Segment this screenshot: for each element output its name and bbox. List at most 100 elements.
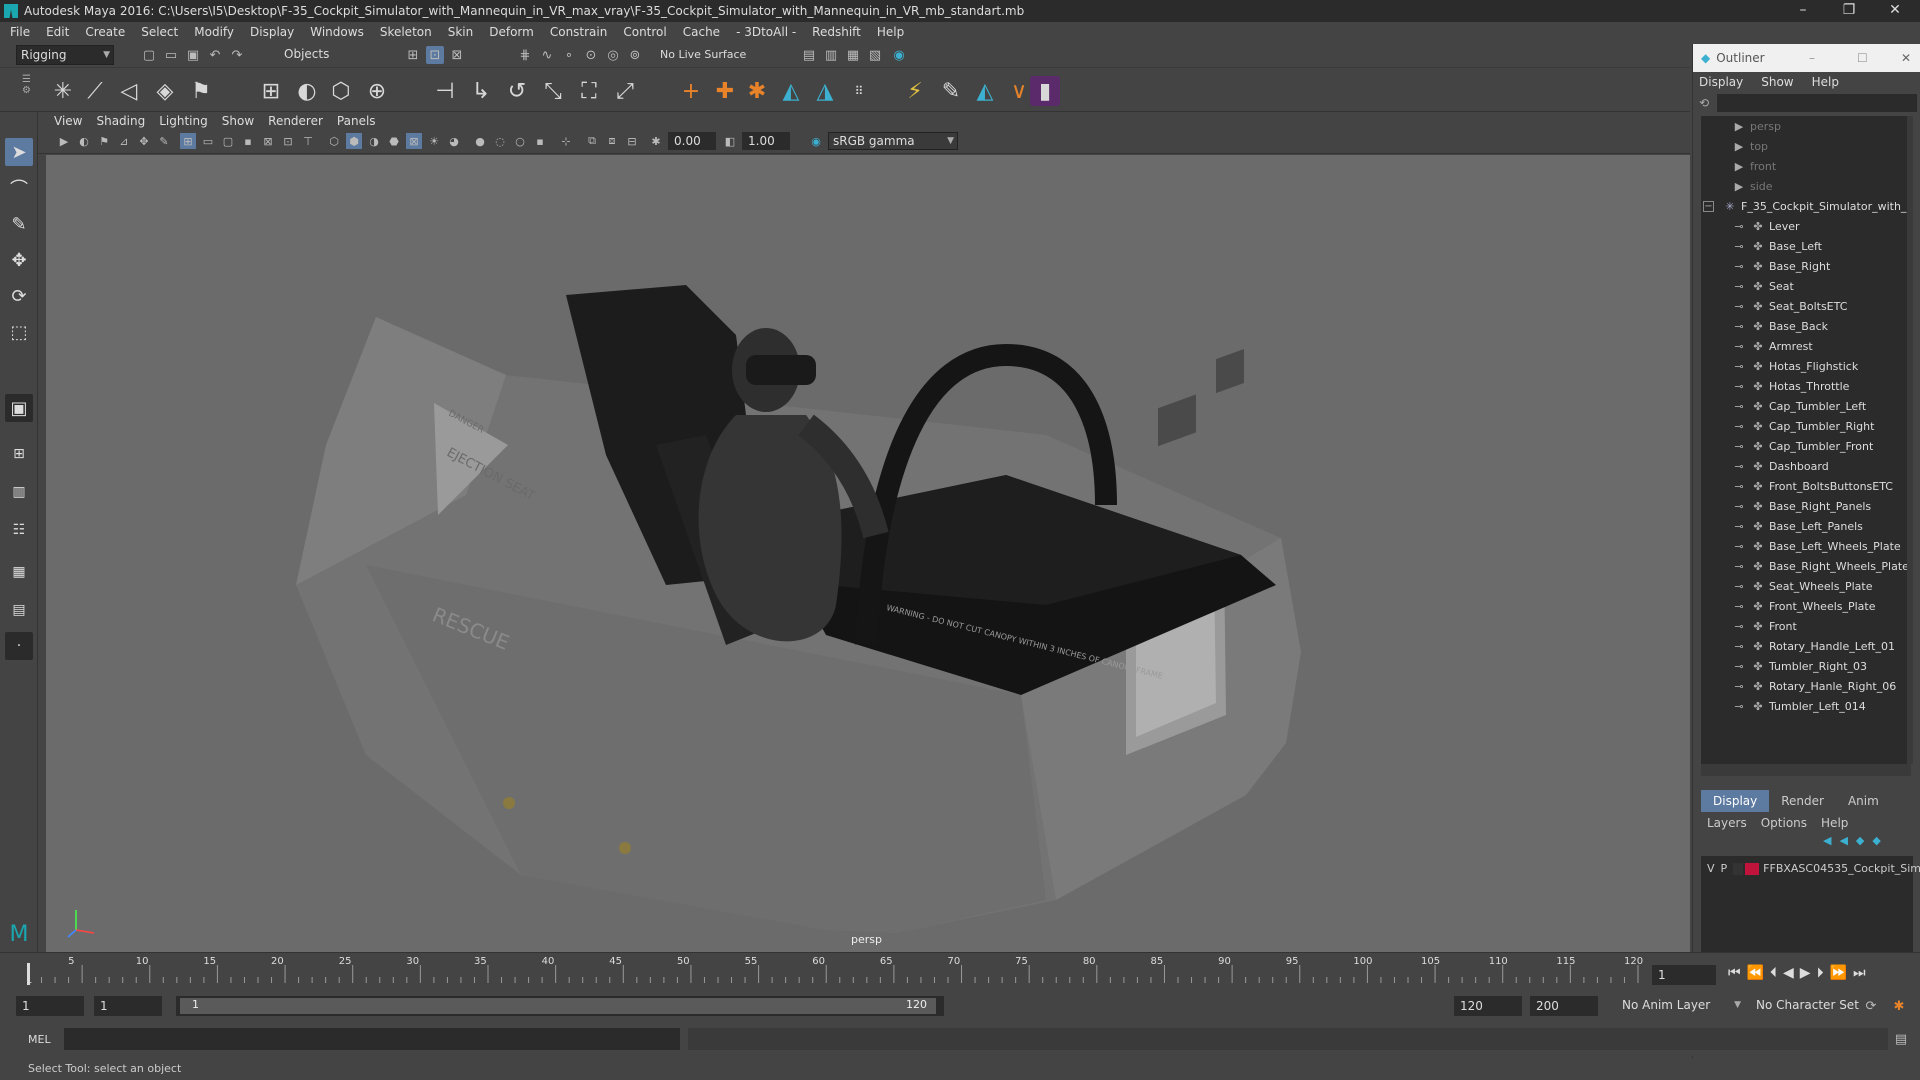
- playback-controls[interactable]: ⏮⏪⏴◀▶⏵⏩⏭: [1728, 965, 1872, 981]
- range-slider[interactable]: 1 120: [176, 996, 944, 1016]
- panel-menu-shading[interactable]: Shading: [96, 114, 145, 128]
- locator-icon[interactable]: ✳: [48, 76, 78, 106]
- outliner-item[interactable]: ⊸ ✤ Cap_Tumbler_Right: [1731, 416, 1874, 436]
- scene-start-field[interactable]: 1: [16, 996, 84, 1016]
- four-view-icon[interactable]: ⊞: [5, 440, 33, 468]
- panel-menu-panels[interactable]: Panels: [337, 114, 376, 128]
- outliner-item[interactable]: ⊸ ✤ Cap_Tumbler_Left: [1731, 396, 1866, 416]
- select-by-object-icon[interactable]: ⊡: [426, 46, 444, 64]
- outliner-camera-top[interactable]: ▶ top: [1731, 136, 1768, 156]
- outliner-menu-display[interactable]: Display: [1699, 75, 1743, 89]
- character-set-dropdown[interactable]: No Character Set: [1752, 996, 1864, 1016]
- mirror-weights-icon[interactable]: ◭: [970, 76, 1000, 106]
- layer-playback-toggle[interactable]: P: [1721, 862, 1728, 875]
- remove-influence-icon[interactable]: ✚: [710, 76, 740, 106]
- ik-spline-icon[interactable]: ◈: [150, 76, 180, 106]
- screen-space-ao-icon[interactable]: ●: [472, 133, 488, 149]
- xray-joints-icon[interactable]: ⧈: [604, 133, 620, 149]
- lasso-tool-icon[interactable]: ⌒: [5, 174, 33, 202]
- snap-point-icon[interactable]: ∘: [560, 46, 578, 64]
- grid-icon[interactable]: ⊞: [180, 133, 196, 149]
- outliner-menu-help[interactable]: Help: [1812, 75, 1839, 89]
- gate-mask-icon[interactable]: ▪: [240, 133, 256, 149]
- filter-icon[interactable]: ⟲: [1699, 96, 1709, 110]
- wireframe-icon[interactable]: ⬡: [326, 133, 342, 149]
- outliner-item[interactable]: ⊸ ✤ Seat_BoltsETC: [1731, 296, 1847, 316]
- menu-control[interactable]: Control: [623, 25, 666, 39]
- tab-display[interactable]: Display: [1701, 790, 1770, 812]
- menu-create[interactable]: Create: [85, 25, 125, 39]
- scale-tool-icon[interactable]: ⬚: [5, 318, 33, 346]
- outliner-scrollbar[interactable]: [1907, 116, 1913, 764]
- menu-skeleton[interactable]: Skeleton: [380, 25, 432, 39]
- outliner-item[interactable]: ⊸ ✤ Rotary_Hanle_Right_06: [1731, 676, 1896, 696]
- outliner-item[interactable]: ⊸ ✤ Front_BoltsButtonsETC: [1731, 476, 1893, 496]
- selection-mask-dropdown[interactable]: Objects: [280, 45, 376, 65]
- pole-vector-icon[interactable]: ⤢: [610, 76, 640, 106]
- panel-menu-view[interactable]: View: [54, 114, 82, 128]
- select-tool-icon[interactable]: ➤: [5, 138, 33, 166]
- panel-menu-lighting[interactable]: Lighting: [159, 114, 208, 128]
- panel-menu-show[interactable]: Show: [222, 114, 254, 128]
- menu-redshift[interactable]: Redshift: [812, 25, 861, 39]
- view-transform-dropdown[interactable]: sRGB gamma ▼: [828, 132, 958, 150]
- snap-grid-icon[interactable]: ⋕: [516, 46, 534, 64]
- layer-menu-help[interactable]: Help: [1821, 816, 1848, 830]
- outliner-item[interactable]: ⊸ ✤ Base_Left: [1731, 236, 1822, 256]
- aim-constraint-icon[interactable]: ↳: [466, 76, 496, 106]
- outliner-camera-persp[interactable]: ▶ persp: [1731, 116, 1781, 136]
- gamma-icon[interactable]: ◧: [722, 133, 738, 149]
- scale-constraint-icon[interactable]: ⤡: [538, 76, 568, 106]
- outliner-minimize-button[interactable]: –: [1809, 51, 1815, 65]
- range-slider-handle[interactable]: [180, 998, 936, 1014]
- close-button[interactable]: ✕: [1872, 0, 1918, 22]
- script-editor-icon[interactable]: ▤: [1892, 1030, 1910, 1048]
- playback-end-field[interactable]: 120: [1454, 996, 1522, 1016]
- layer-menu-layers[interactable]: Layers: [1707, 816, 1747, 830]
- playback-start-field[interactable]: 1: [94, 996, 162, 1016]
- camera-attributes-icon[interactable]: ◐: [76, 133, 92, 149]
- isolate-select-icon[interactable]: ⊹: [558, 133, 574, 149]
- current-frame-field[interactable]: 1: [1652, 965, 1716, 985]
- safe-action-icon[interactable]: ⊡: [280, 133, 296, 149]
- outliner-item[interactable]: ⊸ ✤ Base_Right: [1731, 256, 1830, 276]
- quick-rig-icon[interactable]: ◭: [776, 76, 806, 106]
- outliner-item[interactable]: ⊸ ✤ Seat_Wheels_Plate: [1731, 576, 1872, 596]
- motion-blur-icon[interactable]: ◌: [492, 133, 508, 149]
- xray-icon[interactable]: ⧉: [584, 133, 600, 149]
- paint-weights-icon[interactable]: ◐: [292, 76, 322, 106]
- outliner-item[interactable]: ⊸ ✤ Hotas_Throttle: [1731, 376, 1849, 396]
- persp-outliner-icon[interactable]: ▥: [5, 478, 33, 506]
- menu-skin[interactable]: Skin: [448, 25, 474, 39]
- single-perspective-icon[interactable]: ▣: [5, 394, 33, 422]
- script-language-label[interactable]: MEL: [28, 1033, 51, 1046]
- move-tool-icon[interactable]: ✥: [5, 246, 33, 274]
- rotate-tool-icon[interactable]: ⟳: [5, 282, 33, 310]
- layer-action-icons[interactable]: ◀◀◆◆: [1823, 834, 1889, 847]
- select-by-hierarchy-icon[interactable]: ⊞: [404, 46, 422, 64]
- multisample-aa-icon[interactable]: ○: [512, 133, 528, 149]
- time-slider[interactable]: 5 10 15 20 25 30 35 40 45 50 55 60 65 70 75 80 85 90 95 100…: [0, 952, 1920, 992]
- wrap-deformer-icon[interactable]: ✎: [936, 76, 966, 106]
- minimize-button[interactable]: –: [1780, 0, 1826, 22]
- menuset-dropdown[interactable]: Rigging ▼: [16, 45, 114, 65]
- insert-joint-icon[interactable]: ⚑: [186, 76, 216, 106]
- snap-live-icon[interactable]: ⊚: [626, 46, 644, 64]
- film-gate-icon[interactable]: ▭: [200, 133, 216, 149]
- preferences-icon[interactable]: ✱: [1890, 997, 1908, 1015]
- menu-modify[interactable]: Modify: [194, 25, 234, 39]
- parent-constraint-icon[interactable]: ⛶: [574, 76, 604, 106]
- outliner-maximize-button[interactable]: ☐: [1857, 51, 1868, 65]
- outliner-item[interactable]: ⊸ ✤ Dashboard: [1731, 456, 1828, 476]
- outliner-item[interactable]: ⊸ ✤ Base_Back: [1731, 316, 1828, 336]
- outliner-item[interactable]: ⊸ ✤ Armrest: [1731, 336, 1812, 356]
- smooth-shade-icon[interactable]: ⬢: [346, 133, 362, 149]
- hypershade-icon[interactable]: ◉: [890, 46, 908, 64]
- collapse-icon[interactable]: −: [1703, 200, 1714, 212]
- xray-components-icon[interactable]: ⊟: [624, 133, 640, 149]
- character-controls-icon[interactable]: ◮: [810, 76, 840, 106]
- menu-windows[interactable]: Windows: [310, 25, 364, 39]
- menu-select[interactable]: Select: [141, 25, 178, 39]
- joint-tool-icon[interactable]: ⟋: [80, 76, 110, 106]
- outliner-item[interactable]: ⊸ ✤ Tumbler_Left_014: [1731, 696, 1865, 716]
